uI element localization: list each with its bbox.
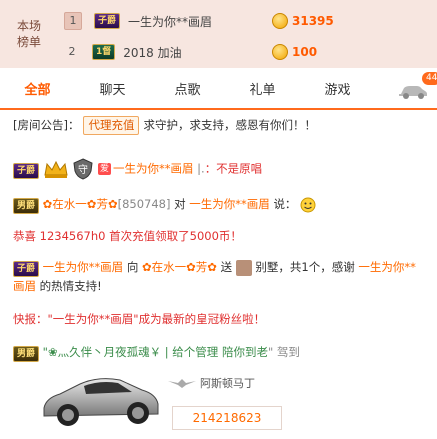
rank-user-name[interactable]: 一生为你**画眉 (128, 13, 212, 30)
gift-text: 别墅，共1个，感谢 (255, 260, 355, 274)
noble-badge-zijue: 子爵 (13, 162, 40, 179)
chat-log: [房间公告]： 代理充值 求守护，求支持，感恩有你们！！ 子爵 守 爱一生为你**画… (0, 110, 437, 439)
chat-separator: |. (197, 161, 205, 176)
car-brand-name: 阿斯顿马丁 (200, 377, 255, 390)
car-icon[interactable] (398, 82, 428, 100)
news-flash: 快报："一生为你**画眉"成为最新的皇冠粉丝啦！ (13, 312, 266, 326)
noble-badge-zijue: 子爵 (94, 13, 121, 29)
car-brand: 阿斯顿马丁 (168, 375, 255, 391)
rank-row-1[interactable]: 1 子爵 一生为你**画眉 31395 (58, 7, 437, 35)
chat-say: 说： (273, 197, 297, 211)
rank-user-name[interactable]: 2018 加油 (123, 44, 181, 61)
room-announcement: [房间公告]： 代理充值 求守护，求支持，感恩有你们！！ (13, 116, 316, 135)
ranking-label-line2: 榜单 (16, 35, 41, 49)
rank-number: 1 (64, 12, 82, 30)
recharge-notice: 恭喜 1234567h0 首次充值领取了5000币！ (13, 229, 242, 243)
gift-thanks-text: 的热情支持! (39, 279, 102, 293)
coin-icon (272, 13, 288, 29)
ranking-label: 本场 榜单 (0, 0, 58, 68)
chat-user-name[interactable]: "❀灬久伴丶月夜孤魂￥ (43, 345, 161, 359)
noble-badge-du: 1督 (92, 44, 116, 60)
chat-user-id: [850748] (117, 197, 171, 211)
guardian-shield-icon: 守 (73, 158, 93, 180)
agent-recharge-button[interactable]: 代理充值 (83, 116, 140, 135)
noble-badge-nanjue: 男爵 (13, 346, 40, 362)
tab-games[interactable]: 游戏 (300, 74, 375, 108)
chat-text: 向 (126, 260, 139, 274)
chat-user-name[interactable]: 一生为你**画眉 (113, 162, 194, 176)
tab-bar: 全部 聊天 点歌 礼单 游戏 44 (0, 72, 437, 110)
ranking-label-line1: 本场 (16, 19, 41, 33)
arrival-message: 男爵 "❀灬久伴丶月夜孤魂￥ | 给个管理 陪你到老" 驾到 (13, 344, 300, 362)
chat-thanks-name-cont[interactable]: 画眉 (13, 279, 36, 293)
arrival-text: " 驾到 (267, 345, 300, 359)
car-gift-image (43, 378, 159, 426)
chat-user-name[interactable]: ✿在水一✿芳✿ (43, 197, 118, 211)
chat-message: 子爵 守 爱一生为你**画眉 |.：不是原唱 (13, 158, 262, 180)
chat-text: ：不是原唱 (204, 161, 263, 176)
gift-message: 子爵 一生为你**画眉 向 ✿在水一✿芳✿ 送 别墅，共1个，感谢 一生为你** (13, 259, 416, 277)
chat-user-signature: | 给个管理 陪你到老 (164, 345, 268, 359)
crown-icon (44, 160, 68, 178)
villa-gift-icon (235, 259, 252, 276)
svg-text:守: 守 (78, 163, 88, 176)
smiley-emoji-icon (300, 197, 316, 212)
tab-gift-list[interactable]: 礼单 (225, 74, 300, 108)
chat-thanks-name[interactable]: 一生为你** (358, 260, 416, 274)
chat-target-name[interactable]: ✿在水一✿芳✿ (142, 260, 217, 274)
car-code-box[interactable]: 214218623 (172, 406, 282, 430)
chat-message: 男爵 ✿在水一✿芳✿[850748] 对 一生为你**画眉 说： (13, 196, 316, 214)
noble-badge-zijue: 子爵 (13, 261, 40, 277)
rank-number: 2 (68, 45, 76, 58)
gift-message-cont: 画眉 的热情支持! (13, 278, 102, 295)
ranking-panel: 本场 榜单 1 子爵 一生为你**画眉 31395 2 1督 2018 加油 1… (0, 0, 437, 68)
chat-text: 送 (220, 260, 233, 274)
aston-martin-logo-icon (168, 379, 196, 388)
announce-prefix: [房间公告]： (13, 118, 80, 132)
tab-song-request[interactable]: 点歌 (150, 74, 225, 108)
rank-value: 31395 (292, 14, 334, 28)
tab-all[interactable]: 全部 (0, 74, 75, 108)
car-count-badge: 44 (422, 72, 437, 85)
tab-chat[interactable]: 聊天 (75, 74, 150, 108)
chat-text: 对 (174, 197, 186, 211)
rank-value: 100 (292, 45, 318, 59)
rank-row-2[interactable]: 2 1督 2018 加油 100 (58, 38, 437, 66)
noble-badge-nanjue: 男爵 (13, 198, 40, 214)
chat-user-name[interactable]: 一生为你**画眉 (43, 260, 124, 274)
announce-text: 求守护，求支持，感恩有你们！！ (143, 118, 316, 132)
chat-target-name[interactable]: 一生为你**画眉 (189, 197, 270, 211)
coin-icon (272, 44, 288, 60)
fan-badge: 爱 (97, 163, 111, 175)
